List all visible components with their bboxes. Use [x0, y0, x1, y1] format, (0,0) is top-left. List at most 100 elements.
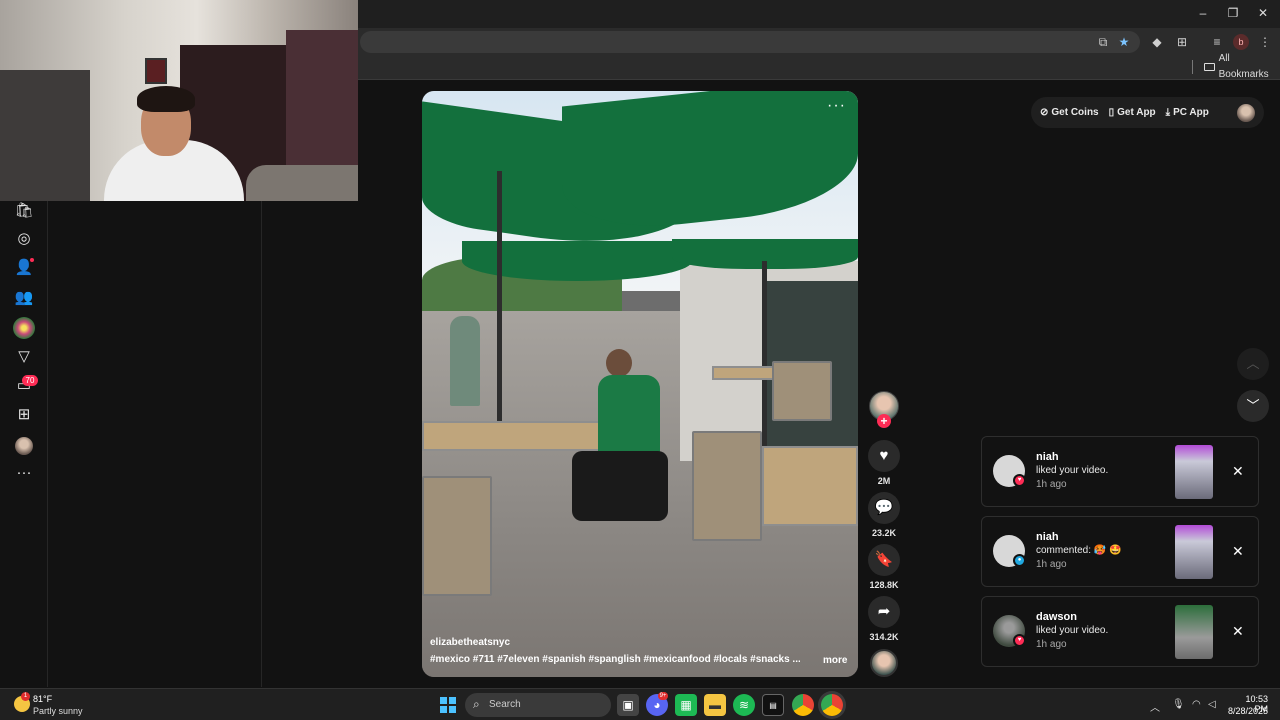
video-menu-dots[interactable]: ···: [827, 97, 846, 115]
profile-avatar[interactable]: [15, 437, 33, 455]
windows-taskbar: 1 81°F Partly sunny ⌕ Search ▣ ◕ 9+ ▦ ▬ …: [0, 688, 1280, 720]
share-arrow-icon[interactable]: ➦: [868, 596, 900, 628]
live-icon[interactable]: [13, 317, 35, 339]
following-notification-dot: [30, 258, 34, 262]
pc-app-button[interactable]: ⤓ PC App: [1166, 107, 1209, 118]
search-placeholder: Search: [489, 699, 521, 710]
weather-temperature[interactable]: 81°F: [33, 694, 52, 704]
video-chair-2: [692, 431, 762, 541]
video-table-left: [422, 421, 602, 451]
notification-text: liked your video.: [1036, 465, 1109, 476]
bookmark-icon[interactable]: 🔖: [868, 544, 900, 576]
app-green-icon[interactable]: ▦: [675, 694, 697, 716]
webcam-chair: [246, 165, 358, 201]
video-umbrella-pole-2: [762, 261, 767, 451]
clock-date[interactable]: 8/28/2025: [1224, 706, 1268, 716]
search-icon: ⌕: [473, 697, 480, 711]
address-bar[interactable]: [360, 31, 1140, 53]
browser-menu-icon[interactable]: ⋮: [1256, 33, 1274, 51]
weather-description[interactable]: Partly sunny: [33, 706, 83, 716]
notification-time: 1h ago: [1036, 479, 1067, 490]
get-app-button[interactable]: ▯ Get App: [1109, 107, 1156, 118]
close-icon[interactable]: ✕: [1232, 543, 1244, 560]
notification-toast[interactable]: ♥ niah liked your video. 1h ago ✕: [981, 436, 1259, 507]
user-avatar[interactable]: [1237, 103, 1255, 122]
app-dark-icon[interactable]: ▤: [762, 694, 784, 716]
microphone-icon[interactable]: 🎙: [1172, 699, 1185, 710]
notification-text: commented: 🥵 🤩: [1036, 545, 1122, 556]
shop-bag-icon[interactable]: 🛍: [14, 201, 34, 221]
install-app-icon[interactable]: ⧉: [1094, 33, 1112, 51]
notification-video-thumbnail[interactable]: [1175, 445, 1213, 499]
previous-video-chevron-up-icon[interactable]: ︿: [1237, 348, 1269, 380]
volume-icon[interactable]: ◁: [1208, 699, 1216, 710]
comment-icon[interactable]: 💬: [868, 492, 900, 524]
browser-profile-avatar[interactable]: b: [1233, 34, 1249, 50]
windows-start-icon[interactable]: [440, 697, 456, 713]
notification-toast[interactable]: ♥ dawson liked your video. 1h ago ✕: [981, 596, 1259, 667]
close-icon[interactable]: ✕: [1232, 463, 1244, 480]
explore-compass-icon[interactable]: ◎: [14, 229, 34, 249]
webcam-person-hair: [137, 86, 195, 112]
top-actions-bar: ⊘ Get Coins ▯ Get App ⤓ PC App: [1031, 97, 1264, 128]
chrome-profile-icon[interactable]: [821, 694, 843, 716]
upload-plus-icon[interactable]: ⊞: [14, 405, 34, 425]
follow-plus-button[interactable]: +: [877, 414, 891, 428]
comment-badge-icon: ●: [1013, 554, 1026, 567]
taskbar-search[interactable]: ⌕ Search: [465, 693, 611, 717]
get-coins-label: Get Coins: [1051, 107, 1099, 118]
share-count: 314.2K: [869, 632, 899, 642]
screen: – ❐ ✕ ⧉ ★ ◆ ⊞ ≡ b ⋮ All Bookmarks 🛍 ◎ 👤 …: [0, 0, 1280, 720]
friends-icon[interactable]: 👥: [14, 288, 34, 308]
notification-name: niah: [1036, 451, 1059, 463]
next-video-chevron-down-icon[interactable]: ﹀: [1237, 390, 1269, 422]
messages-badge: 70: [22, 375, 38, 386]
chrome-icon[interactable]: [792, 694, 814, 716]
notification-name: dawson: [1036, 611, 1077, 623]
panel-divider: [261, 201, 262, 687]
task-view-icon[interactable]: ▣: [617, 694, 639, 716]
get-app-label: Get App: [1117, 107, 1156, 118]
notification-video-thumbnail[interactable]: [1175, 525, 1213, 579]
file-explorer-icon[interactable]: ▬: [704, 694, 726, 716]
video-author[interactable]: elizabetheatsnyc: [430, 637, 510, 648]
media-controls-icon[interactable]: ≡: [1208, 33, 1226, 51]
like-heart-icon[interactable]: ♥: [868, 440, 900, 472]
notification-video-thumbnail[interactable]: [1175, 605, 1213, 659]
minimize-button[interactable]: –: [1186, 4, 1220, 22]
comment-count: 23.2K: [871, 528, 897, 538]
discord-badge: 9+: [658, 692, 668, 700]
video-chair-1: [422, 476, 492, 596]
webcam-overlay: [0, 0, 358, 201]
bookmark-star-icon[interactable]: ★: [1115, 33, 1133, 51]
get-coins-button[interactable]: ⊘ Get Coins: [1040, 107, 1099, 118]
wifi-icon[interactable]: ◠: [1192, 699, 1201, 710]
spotify-icon[interactable]: ≋: [733, 694, 755, 716]
webcam-shelf: [0, 70, 90, 201]
close-window-button[interactable]: ✕: [1246, 4, 1280, 22]
video-umbrella-pole: [497, 171, 502, 431]
video-hashtags[interactable]: #mexico #711 #7eleven #spanish #spanglis…: [430, 654, 800, 665]
more-dots-icon[interactable]: ···: [14, 463, 34, 483]
video-person-standing: [450, 316, 480, 406]
all-bookmarks-button[interactable]: All Bookmarks: [1204, 53, 1280, 80]
video-person-pants: [572, 451, 668, 521]
extensions-puzzle-icon[interactable]: ⊞: [1173, 33, 1191, 51]
heart-badge-icon: ♥: [1013, 474, 1026, 487]
video-player[interactable]: ··· elizabetheatsnyc #mexico #711 #7elev…: [422, 91, 858, 677]
restore-button[interactable]: ❐: [1216, 4, 1250, 22]
video-table-right: [762, 446, 858, 526]
download-icon: ⤓: [1165, 107, 1171, 118]
notification-toast[interactable]: ● niah commented: 🥵 🤩 1h ago ✕: [981, 516, 1259, 587]
close-icon[interactable]: ✕: [1232, 623, 1244, 640]
caption-more-button[interactable]: more: [823, 655, 847, 666]
music-disc-icon[interactable]: [870, 649, 898, 677]
video-person-shirt: [598, 375, 660, 455]
coin-icon: ⊘: [1040, 107, 1049, 118]
save-count: 128.8K: [869, 580, 899, 590]
video-person-head: [606, 349, 632, 377]
tray-chevron-up-icon[interactable]: ︿: [1150, 699, 1160, 714]
extension-diamond-icon[interactable]: ◆: [1148, 33, 1166, 51]
activity-send-icon[interactable]: ▽: [14, 347, 34, 367]
all-bookmarks-label: All Bookmarks: [1218, 53, 1269, 80]
